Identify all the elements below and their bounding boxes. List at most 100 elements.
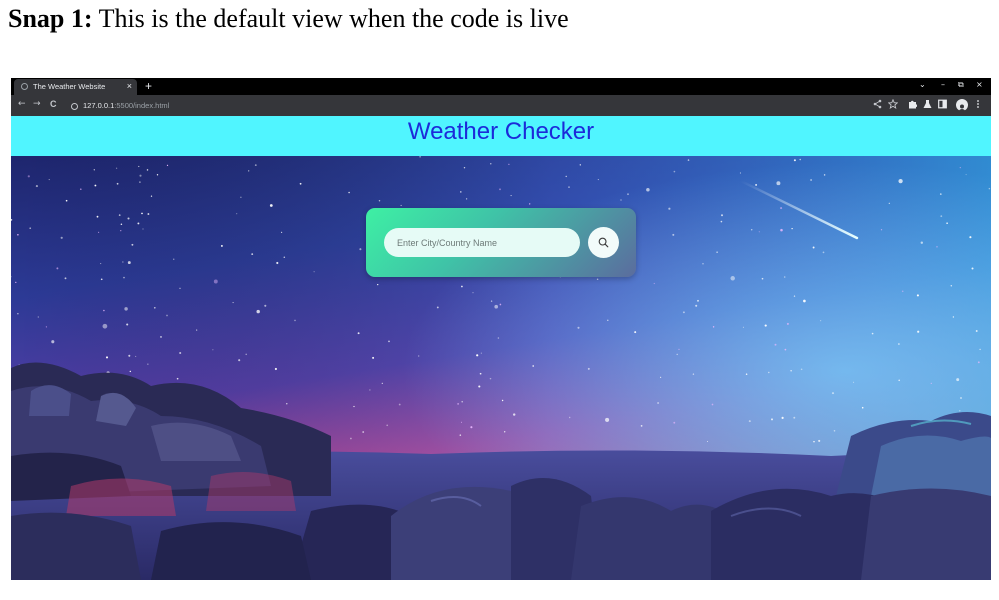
address-bar[interactable]: 127.0.0.1:5500/index.html (71, 99, 871, 112)
star (276, 261, 279, 265)
site-info-icon[interactable] (71, 102, 78, 110)
star (880, 229, 883, 231)
search-input[interactable] (384, 228, 580, 257)
restore-icon[interactable]: ⧉ (958, 80, 964, 90)
star (755, 183, 758, 186)
star (965, 174, 967, 176)
star (810, 179, 813, 181)
star (512, 413, 516, 416)
star (780, 228, 783, 232)
browser-window: The Weather Website × + ⌄ – ⧉ × ← → C 12… (11, 78, 991, 580)
star (64, 277, 67, 280)
sidepanel-icon[interactable] (938, 99, 947, 109)
star (150, 195, 153, 197)
star (783, 276, 786, 278)
star (142, 228, 144, 230)
star (17, 233, 19, 236)
forward-icon[interactable]: → (33, 99, 41, 109)
star (730, 276, 735, 281)
star (853, 381, 855, 383)
star (398, 403, 401, 406)
star (139, 181, 141, 183)
star (51, 340, 55, 344)
star (179, 351, 182, 355)
star (35, 185, 38, 188)
star (362, 431, 365, 433)
extensions-icon[interactable] (908, 99, 917, 109)
star (274, 367, 277, 371)
search-button[interactable] (588, 227, 619, 258)
star (657, 402, 660, 404)
star (419, 155, 421, 158)
star (138, 165, 140, 168)
star (15, 281, 17, 284)
star (494, 304, 499, 309)
star (956, 378, 960, 382)
star (118, 214, 121, 216)
star (917, 330, 920, 333)
tab-weather-website[interactable]: The Weather Website × (14, 79, 137, 95)
star (745, 373, 748, 375)
star (501, 399, 504, 402)
star (605, 417, 610, 422)
star (940, 215, 943, 218)
star (781, 416, 784, 419)
star (946, 222, 948, 224)
star (56, 267, 59, 270)
window-close-icon[interactable]: × (976, 80, 983, 89)
star (479, 372, 482, 375)
star (436, 306, 439, 309)
star (126, 323, 129, 326)
new-tab-button[interactable]: + (145, 78, 152, 94)
star (780, 207, 783, 210)
menu-icon[interactable] (976, 99, 980, 109)
star (240, 196, 242, 198)
star (135, 355, 137, 357)
star (627, 193, 629, 196)
star (476, 354, 479, 357)
share-icon[interactable] (873, 99, 882, 109)
star (793, 416, 796, 419)
star (653, 282, 655, 285)
star (793, 159, 796, 162)
star (96, 215, 99, 218)
back-icon[interactable]: ← (18, 99, 26, 109)
star (245, 353, 247, 356)
star (105, 356, 109, 359)
star-icon[interactable] (888, 99, 898, 109)
lab-icon[interactable] (923, 99, 932, 109)
star (920, 241, 923, 244)
caption-label: Snap 1: (8, 4, 93, 33)
star (640, 425, 643, 427)
star (499, 303, 502, 306)
tab-search-icon[interactable]: ⌄ (919, 80, 926, 89)
star (871, 332, 874, 335)
star (116, 182, 119, 185)
tab-close-icon[interactable]: × (127, 81, 132, 91)
star (739, 172, 741, 174)
star (478, 385, 481, 388)
star (147, 363, 149, 365)
star (607, 319, 609, 322)
star (129, 370, 132, 373)
star (128, 354, 131, 357)
star (697, 299, 699, 302)
star (831, 392, 835, 395)
star (248, 170, 250, 172)
star (100, 263, 102, 265)
search-card (366, 208, 636, 277)
page-title: Weather Checker (407, 118, 595, 145)
star (969, 236, 972, 239)
star (510, 195, 512, 197)
star (812, 246, 815, 249)
star (141, 212, 143, 215)
profile-icon[interactable] (956, 99, 968, 112)
star (988, 187, 991, 190)
star (959, 410, 961, 412)
star (93, 169, 95, 171)
reload-icon[interactable]: C (50, 99, 57, 109)
minimize-icon[interactable]: – (941, 80, 945, 89)
star (400, 204, 402, 206)
star (950, 285, 953, 287)
star (761, 277, 764, 280)
